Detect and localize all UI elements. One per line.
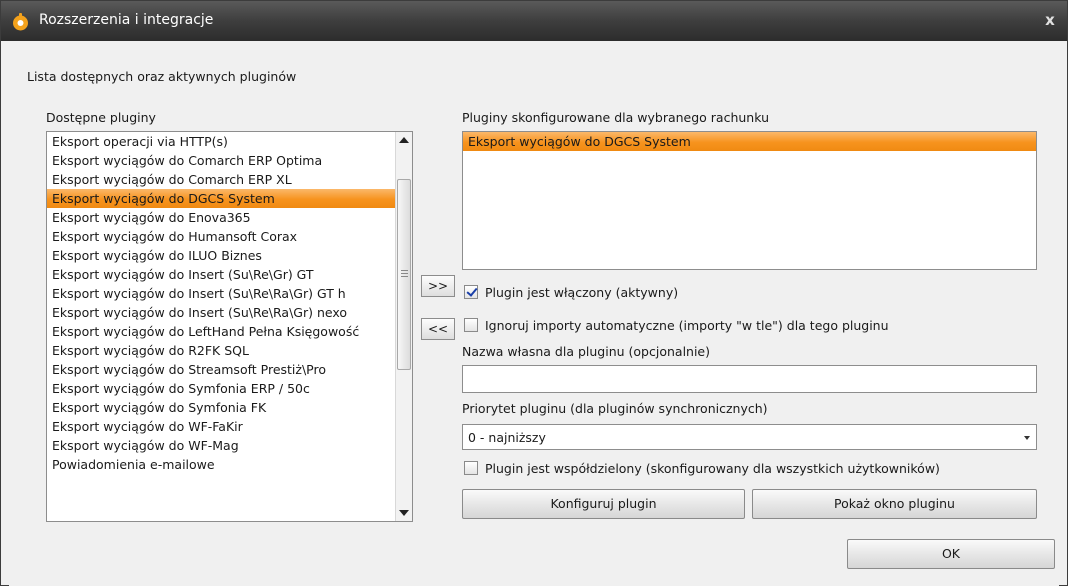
enabled-label: Plugin jest włączony (aktywny) (485, 284, 679, 300)
list-item[interactable]: Eksport wyciągów do Symfonia FK (47, 398, 412, 417)
list-item[interactable]: Eksport wyciągów do Symfonia ERP / 50c (47, 379, 412, 398)
custom-name-label: Nazwa własna dla pluginu (opcjonalnie) (462, 344, 710, 359)
list-item[interactable]: Eksport wyciągów do DGCS System (463, 132, 1036, 151)
scroll-thumb[interactable] (397, 179, 411, 370)
list-item[interactable]: Eksport wyciągów do DGCS System (47, 189, 412, 208)
available-scrollbar[interactable] (395, 132, 412, 521)
available-plugins-list[interactable]: Eksport operacji via HTTP(s) Eksport wyci… (46, 131, 413, 522)
list-item[interactable]: Eksport wyciągów do Comarch ERP Optima (47, 151, 412, 170)
ignore-imports-checkbox[interactable] (464, 318, 478, 332)
list-item[interactable]: Eksport wyciągów do Enova365 (47, 208, 412, 227)
scroll-up-arrow-icon[interactable] (396, 132, 412, 149)
ignore-imports-option[interactable]: Ignoruj importy automatyczne (importy "w… (464, 316, 889, 334)
list-item[interactable]: Eksport wyciągów do R2FK SQL (47, 341, 412, 360)
list-item[interactable]: Eksport wyciągów do Insert (Su\Re\Gr) GT (47, 265, 412, 284)
shared-option[interactable]: Plugin jest współdzielony (skonfigurowan… (464, 459, 940, 477)
custom-name-field[interactable] (462, 365, 1037, 393)
configured-plugins-label: Pluginy skonfigurowane dla wybranego rac… (462, 110, 770, 125)
configured-plugins-list[interactable]: Eksport wyciągów do DGCS System (462, 131, 1037, 270)
title-bar[interactable]: Rozszerzenia i integracje x (1, 1, 1067, 41)
list-item[interactable]: Eksport wyciągów do Streamsoft Prestiż\P… (47, 360, 412, 379)
list-item[interactable]: Eksport wyciągów do WF-Mag (47, 436, 412, 455)
header-text: Lista dostępnych oraz aktywnych pluginów (27, 69, 297, 84)
dialog-body: Lista dostępnych oraz aktywnych pluginów… (9, 43, 1059, 586)
list-item[interactable]: Eksport wyciągów do Humansoft Corax (47, 227, 412, 246)
list-item[interactable]: Eksport wyciągów do WF-FaKir (47, 417, 412, 436)
list-item[interactable]: Powiadomienia e-mailowe (47, 455, 412, 474)
shared-checkbox[interactable] (464, 461, 478, 475)
list-item[interactable]: Eksport wyciągów do ILUO Biznes (47, 246, 412, 265)
shared-label: Plugin jest współdzielony (skonfigurowan… (485, 460, 940, 476)
configured-plugins-items: Eksport wyciągów do DGCS System (463, 132, 1036, 151)
dropdown-arrow-icon (1024, 436, 1030, 440)
priority-value: 0 - najniższy (468, 430, 546, 445)
list-item[interactable]: Eksport wyciągów do Insert (Su\Re\Ra\Gr)… (47, 303, 412, 322)
window-title: Rozszerzenia i integracje (39, 12, 214, 28)
show-plugin-window-button[interactable]: Pokaż okno pluginu (752, 489, 1037, 519)
enabled-option[interactable]: Plugin jest włączony (aktywny) (464, 283, 678, 301)
app-logo-icon (11, 12, 30, 31)
ok-button[interactable]: OK (847, 539, 1055, 569)
priority-label: Priorytet pluginu (dla pluginów synchron… (462, 401, 768, 416)
available-plugins-label: Dostępne pluginy (46, 110, 156, 125)
configure-plugin-button[interactable]: Konfiguruj plugin (462, 489, 745, 519)
priority-select[interactable]: 0 - najniższy (462, 424, 1037, 450)
list-item[interactable]: Eksport wyciągów do Comarch ERP XL (47, 170, 412, 189)
plugins-dialog: Rozszerzenia i integracje x Lista dostęp… (0, 0, 1068, 586)
scroll-down-arrow-icon[interactable] (396, 504, 412, 521)
add-plugin-button[interactable]: >> (421, 275, 455, 297)
list-item[interactable]: Eksport wyciągów do Insert (Su\Re\Ra\Gr)… (47, 284, 412, 303)
close-button[interactable]: x (1039, 9, 1061, 31)
ignore-imports-label: Ignoruj importy automatyczne (importy "w… (485, 317, 889, 333)
list-item[interactable]: Eksport wyciągów do LeftHand Pełna Księg… (47, 322, 412, 341)
enabled-checkbox[interactable] (464, 285, 478, 299)
available-plugins-items: Eksport operacji via HTTP(s) Eksport wyci… (47, 132, 412, 474)
list-item[interactable]: Eksport operacji via HTTP(s) (47, 132, 412, 151)
remove-plugin-button[interactable]: << (421, 318, 455, 340)
